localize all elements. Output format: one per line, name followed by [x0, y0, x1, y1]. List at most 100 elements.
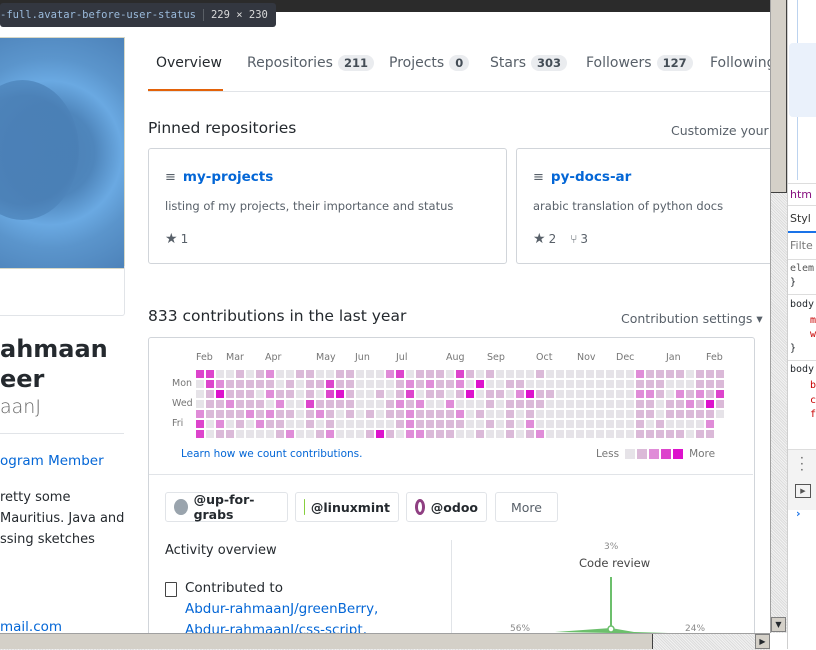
contribution-day-cell[interactable]	[216, 370, 224, 378]
contribution-day-cell[interactable]	[476, 410, 484, 418]
contribution-day-cell[interactable]	[476, 430, 484, 438]
contribution-day-cell[interactable]	[456, 390, 464, 398]
contribution-day-cell[interactable]	[196, 400, 204, 408]
contribution-day-cell[interactable]	[576, 390, 584, 398]
contribution-day-cell[interactable]	[376, 400, 384, 408]
contribution-day-cell[interactable]	[606, 430, 614, 438]
contribution-day-cell[interactable]	[376, 420, 384, 428]
contribution-day-cell[interactable]	[666, 430, 674, 438]
contribution-day-cell[interactable]	[416, 420, 424, 428]
contribution-day-cell[interactable]	[306, 400, 314, 408]
contribution-day-cell[interactable]	[526, 420, 534, 428]
contribution-day-cell[interactable]	[206, 400, 214, 408]
contribution-day-cell[interactable]	[286, 400, 294, 408]
contribution-day-cell[interactable]	[306, 410, 314, 418]
contribution-day-cell[interactable]	[596, 370, 604, 378]
contribution-day-cell[interactable]	[626, 390, 634, 398]
css-property[interactable]: b	[810, 380, 816, 391]
contribution-day-cell[interactable]	[676, 420, 684, 428]
contribution-day-cell[interactable]	[276, 410, 284, 418]
contribution-day-cell[interactable]	[416, 410, 424, 418]
contribution-day-cell[interactable]	[296, 380, 304, 388]
contribution-day-cell[interactable]	[246, 430, 254, 438]
contribution-day-cell[interactable]	[226, 370, 234, 378]
contribution-day-cell[interactable]	[556, 390, 564, 398]
contribution-day-cell[interactable]	[586, 380, 594, 388]
contribution-day-cell[interactable]	[406, 420, 414, 428]
contribution-day-cell[interactable]	[336, 430, 344, 438]
contribution-day-cell[interactable]	[376, 370, 384, 378]
contribution-day-cell[interactable]	[526, 400, 534, 408]
contribution-day-cell[interactable]	[336, 370, 344, 378]
contribution-day-cell[interactable]	[286, 370, 294, 378]
contribution-day-cell[interactable]	[346, 370, 354, 378]
contribution-day-cell[interactable]	[466, 370, 474, 378]
contribution-day-cell[interactable]	[666, 370, 674, 378]
contribution-day-cell[interactable]	[246, 410, 254, 418]
devtools-filter-input[interactable]: Filte	[790, 239, 816, 252]
contribution-day-cell[interactable]	[316, 400, 324, 408]
contribution-day-cell[interactable]	[666, 410, 674, 418]
contribution-day-cell[interactable]	[466, 400, 474, 408]
contribution-day-cell[interactable]	[706, 380, 714, 388]
contribution-day-cell[interactable]	[286, 380, 294, 388]
contribution-day-cell[interactable]	[596, 410, 604, 418]
contribution-day-cell[interactable]	[536, 430, 544, 438]
contribution-day-cell[interactable]	[556, 400, 564, 408]
contribution-day-cell[interactable]	[616, 430, 624, 438]
contribution-day-cell[interactable]	[356, 420, 364, 428]
contribution-day-cell[interactable]	[266, 410, 274, 418]
contribution-day-cell[interactable]	[636, 370, 644, 378]
contribution-day-cell[interactable]	[576, 400, 584, 408]
contribution-day-cell[interactable]	[316, 370, 324, 378]
contribution-day-cell[interactable]	[236, 410, 244, 418]
contribution-day-cell[interactable]	[556, 420, 564, 428]
contribution-day-cell[interactable]	[586, 390, 594, 398]
contribution-day-cell[interactable]	[276, 430, 284, 438]
contribution-day-cell[interactable]	[556, 430, 564, 438]
contribution-day-cell[interactable]	[616, 400, 624, 408]
contribution-day-cell[interactable]	[576, 370, 584, 378]
contribution-day-cell[interactable]	[556, 410, 564, 418]
contribution-day-cell[interactable]	[336, 400, 344, 408]
contribution-day-cell[interactable]	[396, 370, 404, 378]
contribution-day-cell[interactable]	[386, 370, 394, 378]
contribution-day-cell[interactable]	[426, 400, 434, 408]
contribution-day-cell[interactable]	[346, 400, 354, 408]
contribution-day-cell[interactable]	[656, 400, 664, 408]
contribution-day-cell[interactable]	[256, 370, 264, 378]
contribution-day-cell[interactable]	[336, 380, 344, 388]
contribution-day-cell[interactable]	[236, 380, 244, 388]
program-member-link[interactable]: ogram Member	[0, 453, 104, 469]
contribution-day-cell[interactable]	[706, 420, 714, 428]
contribution-day-cell[interactable]	[456, 380, 464, 388]
contribution-day-cell[interactable]	[406, 370, 414, 378]
contribution-day-cell[interactable]	[356, 370, 364, 378]
contribution-day-cell[interactable]	[336, 390, 344, 398]
contribution-day-cell[interactable]	[686, 380, 694, 388]
contribution-day-cell[interactable]	[616, 390, 624, 398]
contribution-day-cell[interactable]	[506, 410, 514, 418]
contribution-day-cell[interactable]	[326, 380, 334, 388]
contribution-day-cell[interactable]	[346, 420, 354, 428]
contribution-day-cell[interactable]	[626, 420, 634, 428]
org-filter-up-for-grabs[interactable]: @up-for-grabs	[165, 492, 288, 522]
contribution-day-cell[interactable]	[676, 370, 684, 378]
contribution-day-cell[interactable]	[516, 390, 524, 398]
contribution-day-cell[interactable]	[676, 390, 684, 398]
vertical-scrollbar-thumb[interactable]	[771, 0, 787, 193]
contribution-day-cell[interactable]	[596, 380, 604, 388]
contribution-day-cell[interactable]	[256, 400, 264, 408]
contribution-day-cell[interactable]	[496, 380, 504, 388]
contribution-day-cell[interactable]	[656, 380, 664, 388]
contribution-day-cell[interactable]	[426, 380, 434, 388]
contribution-day-cell[interactable]	[426, 370, 434, 378]
contribution-day-cell[interactable]	[626, 370, 634, 378]
repo-name-link[interactable]: py-docs-ar	[551, 169, 631, 185]
contribution-day-cell[interactable]	[306, 420, 314, 428]
contribution-day-cell[interactable]	[576, 380, 584, 388]
contribution-day-cell[interactable]	[346, 390, 354, 398]
contribution-day-cell[interactable]	[666, 400, 674, 408]
contribution-day-cell[interactable]	[706, 390, 714, 398]
contribution-day-cell[interactable]	[386, 390, 394, 398]
